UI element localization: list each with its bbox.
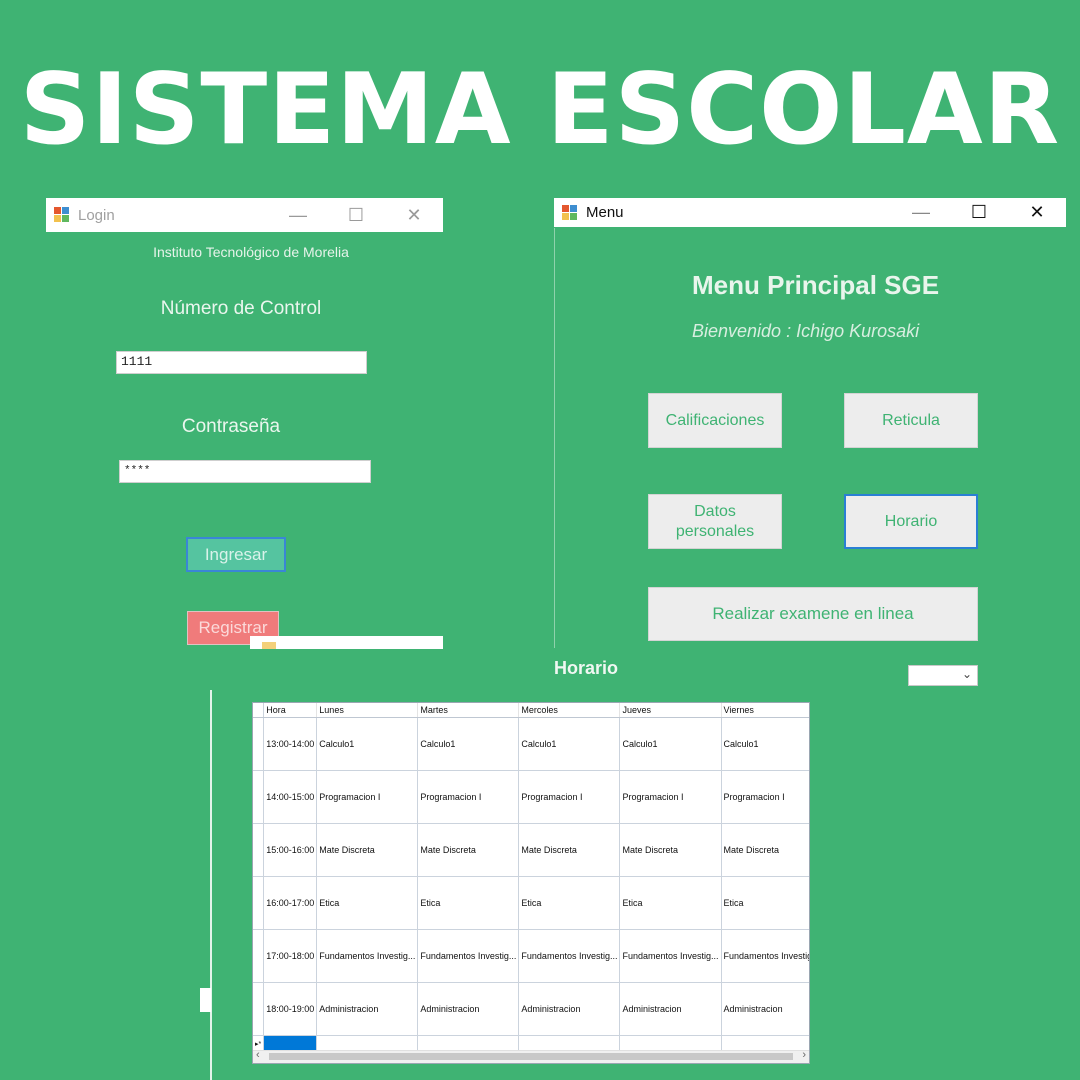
subject-cell[interactable]: Administracion	[518, 982, 621, 1036]
time-cell[interactable]: 18:00-19:00	[263, 982, 318, 1036]
subject-cell[interactable]: Etica	[518, 876, 621, 930]
menu-titlebar: Menu — ☐ ✕	[554, 198, 1066, 227]
login-window-title: Login	[78, 206, 115, 224]
minimize-icon[interactable]: —	[269, 198, 327, 232]
time-cell[interactable]: 16:00-17:00	[263, 876, 318, 930]
row-header[interactable]	[253, 929, 265, 983]
horario-window-edge	[200, 988, 211, 1012]
control-number-label: Número de Control	[160, 298, 322, 319]
subject-cell[interactable]: Mate Discreta	[316, 823, 419, 877]
column-header[interactable]: Martes	[417, 703, 520, 718]
close-icon[interactable]: ✕	[1008, 198, 1066, 227]
time-cell[interactable]: 15:00-16:00	[263, 823, 318, 877]
table-row[interactable]: 16:00-17:00 Etica Etica Etica Etica Etica	[253, 876, 809, 930]
subject-cell[interactable]: Administracion	[721, 982, 809, 1036]
login-titlebar: Login — ☐ ✕	[46, 198, 443, 232]
subject-cell[interactable]: Administracion	[417, 982, 520, 1036]
subject-cell[interactable]: Programacion I	[316, 770, 419, 824]
password-label: Contraseña	[181, 416, 281, 437]
schedule-table: Hora Lunes Martes Mercoles Jueves Vierne…	[253, 703, 809, 1053]
column-header[interactable]: Jueves	[619, 703, 722, 718]
row-header[interactable]	[253, 717, 265, 771]
online-exam-button[interactable]: Realizar examene en linea	[648, 587, 978, 641]
menu-window-border	[554, 228, 555, 648]
subject-cell[interactable]: Mate Discreta	[417, 823, 520, 877]
scroll-right-icon[interactable]: ›	[802, 1049, 806, 1061]
column-header[interactable]: Lunes	[316, 703, 419, 718]
row-header[interactable]	[253, 982, 265, 1036]
subject-cell[interactable]: Etica	[316, 876, 419, 930]
time-cell[interactable]: 14:00-15:00	[263, 770, 318, 824]
banner-title: SISTEMA ESCOLAR	[19, 53, 1061, 167]
row-header[interactable]	[253, 876, 265, 930]
welcome-text: Bienvenido : Ichigo Kurosaki	[692, 321, 920, 341]
subject-cell[interactable]: Calculo1	[316, 717, 419, 771]
table-row[interactable]: 13:00-14:00 Calculo1 Calculo1 Calculo1 Calcu…	[253, 717, 809, 771]
scrollbar-thumb[interactable]	[269, 1053, 793, 1060]
column-header[interactable]: Mercoles	[518, 703, 621, 718]
row-header[interactable]	[253, 823, 265, 877]
overlapping-window-titlebar	[250, 636, 443, 649]
table-row[interactable]: 14:00-15:00 Programacion I Programacion IP…	[253, 770, 809, 824]
schedule-button[interactable]: Horario	[844, 494, 978, 549]
subject-cell[interactable]: Programacion I	[417, 770, 520, 824]
time-cell[interactable]: 13:00-14:00	[263, 717, 318, 771]
subject-cell[interactable]: Fundamentos Investig...	[518, 929, 621, 983]
time-cell[interactable]: 17:00-18:00	[263, 929, 318, 983]
column-header[interactable]: Viernes	[721, 703, 809, 718]
subject-cell[interactable]: Etica	[417, 876, 520, 930]
subject-cell[interactable]: Calculo1	[518, 717, 621, 771]
subject-cell[interactable]: Calculo1	[721, 717, 809, 771]
chevron-down-icon[interactable]: ⌄	[962, 667, 972, 681]
horario-window-border	[210, 690, 212, 1080]
subject-cell[interactable]: Fundamentos Investig...	[417, 929, 520, 983]
institution-label: Instituto Tecnológico de Morelia	[153, 244, 349, 260]
subject-cell[interactable]: Programacion I	[518, 770, 621, 824]
subject-cell[interactable]: Fundamentos Investig...	[619, 929, 722, 983]
subject-cell[interactable]: Etica	[721, 876, 809, 930]
app-icon	[54, 207, 70, 223]
subject-cell[interactable]: Fundamentos Investig...	[721, 929, 809, 983]
table-row[interactable]: 15:00-16:00 Mate Discreta Mate Discreta Mat…	[253, 823, 809, 877]
subject-cell[interactable]: Mate Discreta	[619, 823, 722, 877]
close-icon[interactable]: ✕	[385, 198, 443, 232]
table-row[interactable]: 17:00-18:00 Fundamentos Investig... Fundam…	[253, 929, 809, 983]
reticula-button[interactable]: Reticula	[844, 393, 978, 448]
subject-cell[interactable]: Mate Discreta	[518, 823, 621, 877]
subject-cell[interactable]: Mate Discreta	[721, 823, 809, 877]
menu-heading: Menu Principal SGE	[692, 270, 940, 300]
subject-cell[interactable]: Administracion	[619, 982, 722, 1036]
schedule-title: Horario	[554, 658, 619, 678]
schedule-grid[interactable]: Hora Lunes Martes Mercoles Jueves Vierne…	[252, 702, 810, 1064]
password-input[interactable]: ****	[119, 460, 371, 483]
scroll-left-icon[interactable]: ‹	[256, 1049, 260, 1061]
login-button[interactable]: Ingresar	[186, 537, 286, 572]
maximize-icon[interactable]: ☐	[950, 198, 1008, 227]
schedule-combo[interactable]: ⌄	[908, 665, 978, 686]
control-number-input[interactable]: 1111	[116, 351, 367, 374]
subject-cell[interactable]: Calculo1	[619, 717, 722, 771]
subject-cell[interactable]: Calculo1	[417, 717, 520, 771]
subject-cell[interactable]: Fundamentos Investig...	[316, 929, 419, 983]
menu-window-title: Menu	[586, 204, 624, 221]
minimize-icon[interactable]: —	[892, 198, 950, 227]
column-header[interactable]: Hora	[263, 703, 318, 718]
grades-button[interactable]: Calificaciones	[648, 393, 782, 448]
subject-cell[interactable]: Programacion I	[721, 770, 809, 824]
maximize-icon[interactable]: ☐	[327, 198, 385, 232]
row-header[interactable]	[253, 770, 265, 824]
subject-cell[interactable]: Administracion	[316, 982, 419, 1036]
table-row[interactable]: 18:00-19:00 Administracion Administracion A…	[253, 982, 809, 1036]
header-row: Hora Lunes Martes Mercoles Jueves Vierne…	[253, 703, 809, 718]
personal-data-button[interactable]: Datos personales	[648, 494, 782, 549]
subject-cell[interactable]: Programacion I	[619, 770, 722, 824]
app-icon	[562, 204, 578, 221]
horizontal-scrollbar[interactable]: ‹ ›	[253, 1049, 809, 1063]
row-header-corner	[253, 703, 265, 718]
app-icon	[262, 642, 276, 649]
subject-cell[interactable]: Etica	[619, 876, 722, 930]
